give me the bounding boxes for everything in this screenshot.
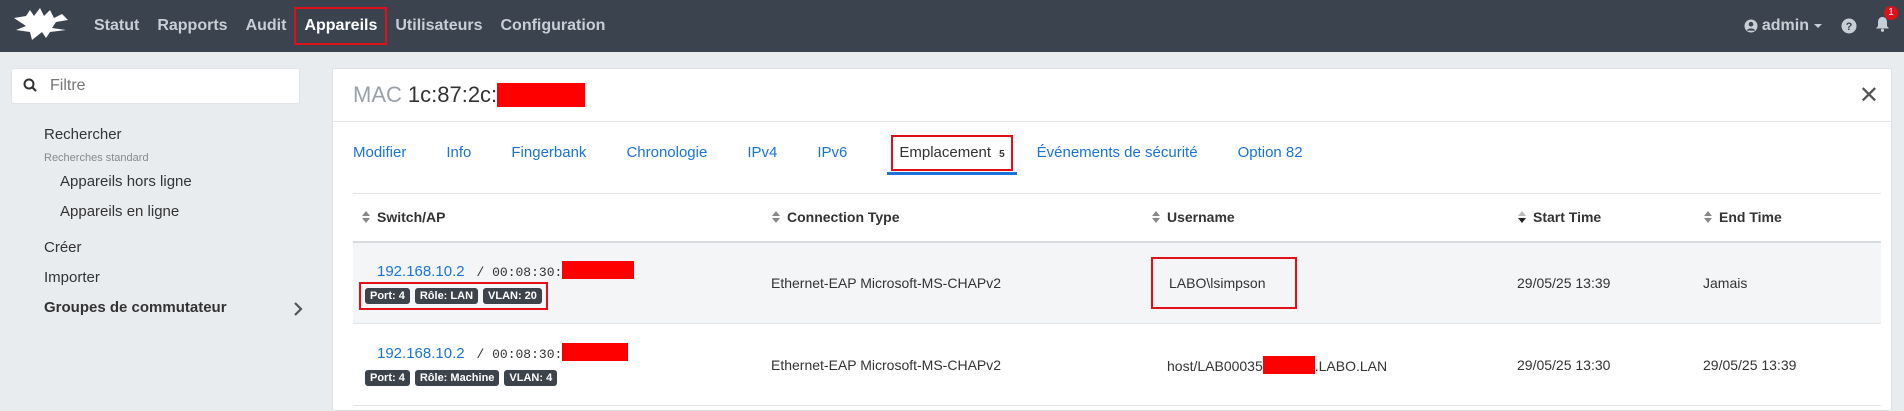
port-badge: Port: 4 xyxy=(365,370,410,386)
redaction-block xyxy=(562,261,635,280)
nav-right: admin ? 1 xyxy=(1744,0,1898,52)
tab-info[interactable]: Info xyxy=(446,131,491,175)
tab-chronologie[interactable]: Chronologie xyxy=(626,131,727,175)
col-end-time[interactable]: End Time xyxy=(1695,193,1881,243)
notification-count: 1 xyxy=(1884,5,1898,20)
table-row[interactable]: 192.168.10.2 / 00:08:30: Port: 4 Rôle: M… xyxy=(353,323,1881,406)
top-navbar: Statut Rapports Audit Appareils Utilisat… xyxy=(0,0,1904,52)
sidebar-section-standard: Recherches standard xyxy=(44,152,149,164)
user-menu[interactable]: admin xyxy=(1744,17,1823,35)
sort-icon xyxy=(1152,211,1160,224)
column-label: Username xyxy=(1167,209,1235,226)
filter-input[interactable] xyxy=(50,77,290,95)
sidebar-item-import[interactable]: Importer xyxy=(44,269,100,286)
column-label: Switch/AP xyxy=(377,209,446,226)
tab-emplacement[interactable]: Emplacement 5 xyxy=(887,131,1017,175)
nav-appareils[interactable]: Appareils xyxy=(294,7,388,45)
cell-username: host/LAB00035 .LABO.LAN xyxy=(1143,323,1509,406)
filter-box xyxy=(11,68,300,104)
role-badge: Rôle: Machine xyxy=(414,370,500,386)
tag-group: Port: 4 Rôle: LAN VLAN: 20 xyxy=(359,282,548,311)
tab-count-badge: 5 xyxy=(999,149,1005,160)
panel-header: MAC 1c:87:2c: xyxy=(333,69,1891,122)
logo[interactable] xyxy=(12,6,74,44)
close-icon[interactable]: ✕ xyxy=(1859,81,1879,110)
redaction-block xyxy=(497,83,586,107)
nav-audit[interactable]: Audit xyxy=(238,9,295,43)
help-icon[interactable]: ? xyxy=(1841,18,1857,34)
sort-desc-icon xyxy=(1518,211,1526,224)
tab-option82[interactable]: Option 82 xyxy=(1238,131,1323,175)
cell-end-time: Jamais xyxy=(1695,241,1881,324)
tab-modifier[interactable]: Modifier xyxy=(353,131,426,175)
device-panel: MAC 1c:87:2c: ✕ Modifier Info Fingerbank… xyxy=(332,68,1892,411)
tab-label: Emplacement xyxy=(899,144,992,161)
vlan-badge: VLAN: 4 xyxy=(504,370,558,386)
role-badge: Rôle: LAN xyxy=(414,288,479,305)
sidebar-item-create[interactable]: Créer xyxy=(44,239,82,256)
cell-start-time: 29/05/25 13:39 xyxy=(1509,241,1695,324)
username-part: host/LAB00035 xyxy=(1167,357,1263,374)
switch-mac: / 00:08:30: xyxy=(476,265,563,281)
user-icon xyxy=(1744,19,1758,33)
redaction-block xyxy=(1262,355,1315,374)
switch-mac: / 00:08:30: xyxy=(476,347,563,362)
cell-start-time: 29/05/25 13:30 xyxy=(1509,323,1695,406)
table-row[interactable]: 192.168.10.2 / 00:08:30: Port: 4 Rôle: L… xyxy=(353,241,1881,324)
user-name: admin xyxy=(1761,17,1809,34)
tab-evenements[interactable]: Événements de sécurité xyxy=(1037,131,1218,175)
column-label: End Time xyxy=(1719,209,1782,226)
username-text: LABO\lsimpson xyxy=(1151,256,1298,309)
nav-statut[interactable]: Statut xyxy=(86,9,147,43)
sidebar-item-search[interactable]: Rechercher xyxy=(44,126,122,143)
col-switch-ap[interactable]: Switch/AP xyxy=(353,193,763,243)
tab-fingerbank[interactable]: Fingerbank xyxy=(511,131,606,175)
username-part: .LABO.LAN xyxy=(1314,357,1388,374)
port-badge: Port: 4 xyxy=(365,288,410,305)
nav-rapports[interactable]: Rapports xyxy=(149,9,235,43)
svg-text:?: ? xyxy=(1846,21,1853,33)
tab-ipv6[interactable]: IPv6 xyxy=(817,131,867,175)
redaction-block xyxy=(562,343,629,361)
cell-connection-type: Ethernet-EAP Microsoft-MS-CHAPv2 xyxy=(763,241,1143,324)
sidebar-item-switch-groups[interactable]: Groupes de commutateur xyxy=(44,299,227,316)
cell-username: LABO\lsimpson xyxy=(1143,241,1509,324)
mac-label: MAC xyxy=(353,82,402,107)
sidebar-item-online[interactable]: Appareils en ligne xyxy=(60,203,179,220)
column-label: Connection Type xyxy=(787,209,900,226)
col-username[interactable]: Username xyxy=(1143,193,1509,243)
cell-connection-type: Ethernet-EAP Microsoft-MS-CHAPv2 xyxy=(763,323,1143,406)
cell-end-time: 29/05/25 13:39 xyxy=(1695,323,1881,406)
table-header-row: Switch/AP Connection Type Username Start… xyxy=(353,193,1881,243)
sort-icon xyxy=(772,211,780,224)
vlan-badge: VLAN: 20 xyxy=(483,288,542,305)
nav-utilisateurs[interactable]: Utilisateurs xyxy=(387,9,490,43)
cell-switch-ap: 192.168.10.2 / 00:08:30: Port: 4 Rôle: M… xyxy=(353,323,763,406)
tab-bar: Modifier Info Fingerbank Chronologie IPv… xyxy=(353,131,1343,175)
tag-group: Port: 4 Rôle: Machine VLAN: 4 xyxy=(365,370,558,386)
column-label: Start Time xyxy=(1533,209,1602,226)
sort-icon xyxy=(1704,211,1712,224)
chevron-right-icon[interactable] xyxy=(292,301,304,317)
nav-configuration[interactable]: Configuration xyxy=(493,9,614,43)
col-start-time[interactable]: Start Time xyxy=(1509,193,1695,243)
tab-ipv4[interactable]: IPv4 xyxy=(747,131,797,175)
location-table: Switch/AP Connection Type Username Start… xyxy=(353,193,1881,406)
switch-ip-link[interactable]: 192.168.10.2 xyxy=(377,345,465,362)
sidebar: Rechercher Recherches standard Appareils… xyxy=(0,52,318,411)
cell-switch-ap: 192.168.10.2 / 00:08:30: Port: 4 Rôle: L… xyxy=(353,241,763,324)
main-nav: Statut Rapports Audit Appareils Utilisat… xyxy=(86,0,615,52)
caret-down-icon xyxy=(1814,24,1822,28)
mac-address: 1c:87:2c: xyxy=(407,82,498,107)
notifications[interactable]: 1 xyxy=(1875,5,1898,37)
sort-icon xyxy=(362,211,370,224)
col-connection-type[interactable]: Connection Type xyxy=(763,193,1143,243)
search-icon xyxy=(23,78,37,92)
sidebar-item-offline[interactable]: Appareils hors ligne xyxy=(60,173,192,190)
switch-ip-link[interactable]: 192.168.10.2 xyxy=(377,263,465,280)
